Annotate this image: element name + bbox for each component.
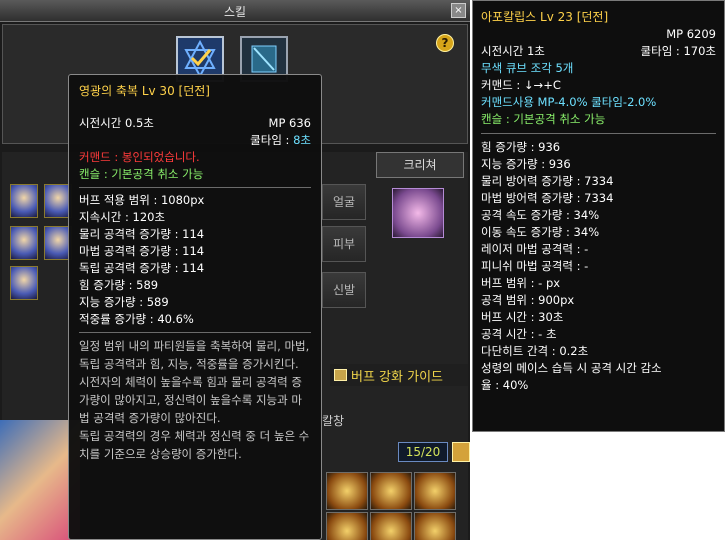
- party-slot[interactable]: [10, 184, 38, 218]
- tooltip-title: 영광의 축복 Lv 30 [던전]: [79, 84, 210, 98]
- skill-slot[interactable]: [414, 512, 456, 540]
- skill-window: 스킬 × ? 얼굴 피부 신발 크리쳐 버프 강화 가이드 칼창 15/20 영…: [0, 0, 470, 540]
- buff-guide-button[interactable]: 버프 강화 가이드: [330, 364, 468, 386]
- stat-line: 율 : 40%: [481, 378, 529, 392]
- stat-line: 버프 적용 범위 : 1080px: [79, 193, 205, 207]
- buff-guide-label: 버프 강화 가이드: [351, 370, 443, 385]
- stat-line: 피니쉬 마법 공격력 : -: [481, 259, 589, 273]
- weapon-label: 칼창: [322, 414, 345, 428]
- mp-cost: MP 6209: [666, 27, 716, 41]
- stat-line: 지능 증가량 : 936: [481, 157, 571, 171]
- cancel-text: 캔슬 : 기본공격 취소 가능: [481, 112, 606, 126]
- tooltip-title: 아포칼립스 Lv 23 [던전]: [481, 10, 609, 24]
- divider: [481, 133, 716, 134]
- close-icon[interactable]: ×: [451, 3, 466, 18]
- stat-line: 힘 증가량 : 936: [481, 140, 561, 154]
- cancel-text: 캔슬 : 기본공격 취소 가능: [79, 167, 204, 181]
- guide-icon: [334, 369, 347, 381]
- tab-creature[interactable]: 크리쳐: [376, 152, 464, 178]
- skill-slot[interactable]: [370, 512, 412, 540]
- clock-icon[interactable]: [452, 442, 470, 462]
- skill-description: 일정 범위 내의 파티원들을 축복하여 물리, 마법, 독립 공격력과 힘, 지…: [79, 339, 310, 461]
- stat-line: 마법 공격력 증가량 : 114: [79, 244, 205, 258]
- equip-slot-skin[interactable]: 피부: [322, 226, 366, 262]
- stat-line: 이동 속도 증가량 : 34%: [481, 225, 600, 239]
- stat-line: 지능 증가량 : 589: [79, 295, 169, 309]
- stat-line: 공격 범위 : 900px: [481, 293, 575, 307]
- stat-line: 힘 증가량 : 589: [79, 278, 159, 292]
- command-text: 커맨드 : 봉인되었습니다.: [79, 150, 200, 164]
- cooldown-value: 8초: [293, 133, 311, 147]
- skill-slot[interactable]: [326, 472, 368, 510]
- stat-list: 힘 증가량 : 936 지능 증가량 : 936 물리 방어력 증가량 : 7334…: [481, 139, 716, 394]
- window-title: 스킬: [223, 5, 247, 19]
- divider: [79, 332, 311, 333]
- cooldown-label: 쿨타임 :: [250, 133, 294, 147]
- stat-line: 물리 방어력 증가량 : 7334: [481, 174, 614, 188]
- skill-slot[interactable]: [414, 472, 456, 510]
- equip-slot-shoes[interactable]: 신발: [322, 272, 366, 308]
- party-slot[interactable]: [10, 226, 38, 260]
- stat-line: 다단히트 간격 : 0.2초: [481, 344, 589, 358]
- stat-line: 독립 공격력 증가량 : 114: [79, 261, 205, 275]
- creature-icon[interactable]: [392, 188, 444, 238]
- stat-line: 적중률 증가량 : 40.6%: [79, 312, 194, 326]
- party-slot[interactable]: [10, 266, 38, 300]
- stat-line: 물리 공격력 증가량 : 114: [79, 227, 205, 241]
- stat-line: 버프 시간 : 30초: [481, 310, 564, 324]
- stat-line: 지속시간 : 120초: [79, 210, 166, 224]
- command-use-bonus: 커맨드사용 MP-4.0% 쿨타임-2.0%: [481, 95, 657, 109]
- stat-line: 버프 범위 : - px: [481, 276, 561, 290]
- stat-line: 공격 시간 : - 초: [481, 327, 557, 341]
- window-header: 스킬 ×: [0, 0, 470, 22]
- divider: [79, 187, 311, 188]
- cube-cost: 무색 큐브 조각 5개: [481, 61, 574, 75]
- stat-line: 공격 속도 증가량 : 34%: [481, 208, 600, 222]
- skill-slot[interactable]: [326, 512, 368, 540]
- command-text: 커맨드 : ↓→+C: [481, 78, 561, 92]
- skill-tooltip-apocalypse: 아포칼립스 Lv 23 [던전] MP 6209 시전시간 1초 쿨타임 : 1…: [472, 0, 725, 432]
- stat-line: 마법 방어력 증가량 : 7334: [481, 191, 614, 205]
- stat-line: 레이저 마법 공격력 : -: [481, 242, 589, 256]
- stat-list: 버프 적용 범위 : 1080px 지속시간 : 120초물리 공격력 증가량 :…: [79, 192, 311, 328]
- help-icon[interactable]: ?: [436, 34, 454, 52]
- equip-slot-face[interactable]: 얼굴: [322, 184, 366, 220]
- skill-point-counter: 15/20: [398, 442, 448, 462]
- skill-tooltip-blessing: 영광의 축복 Lv 30 [던전] MP 636 시전시간 0.5초 쿨타임 :…: [68, 74, 322, 540]
- skill-slot[interactable]: [370, 472, 412, 510]
- cooldown: 쿨타임 : 8초: [79, 132, 311, 149]
- stat-line: 성령의 메이스 습득 시 공격 시간 감소: [481, 361, 662, 375]
